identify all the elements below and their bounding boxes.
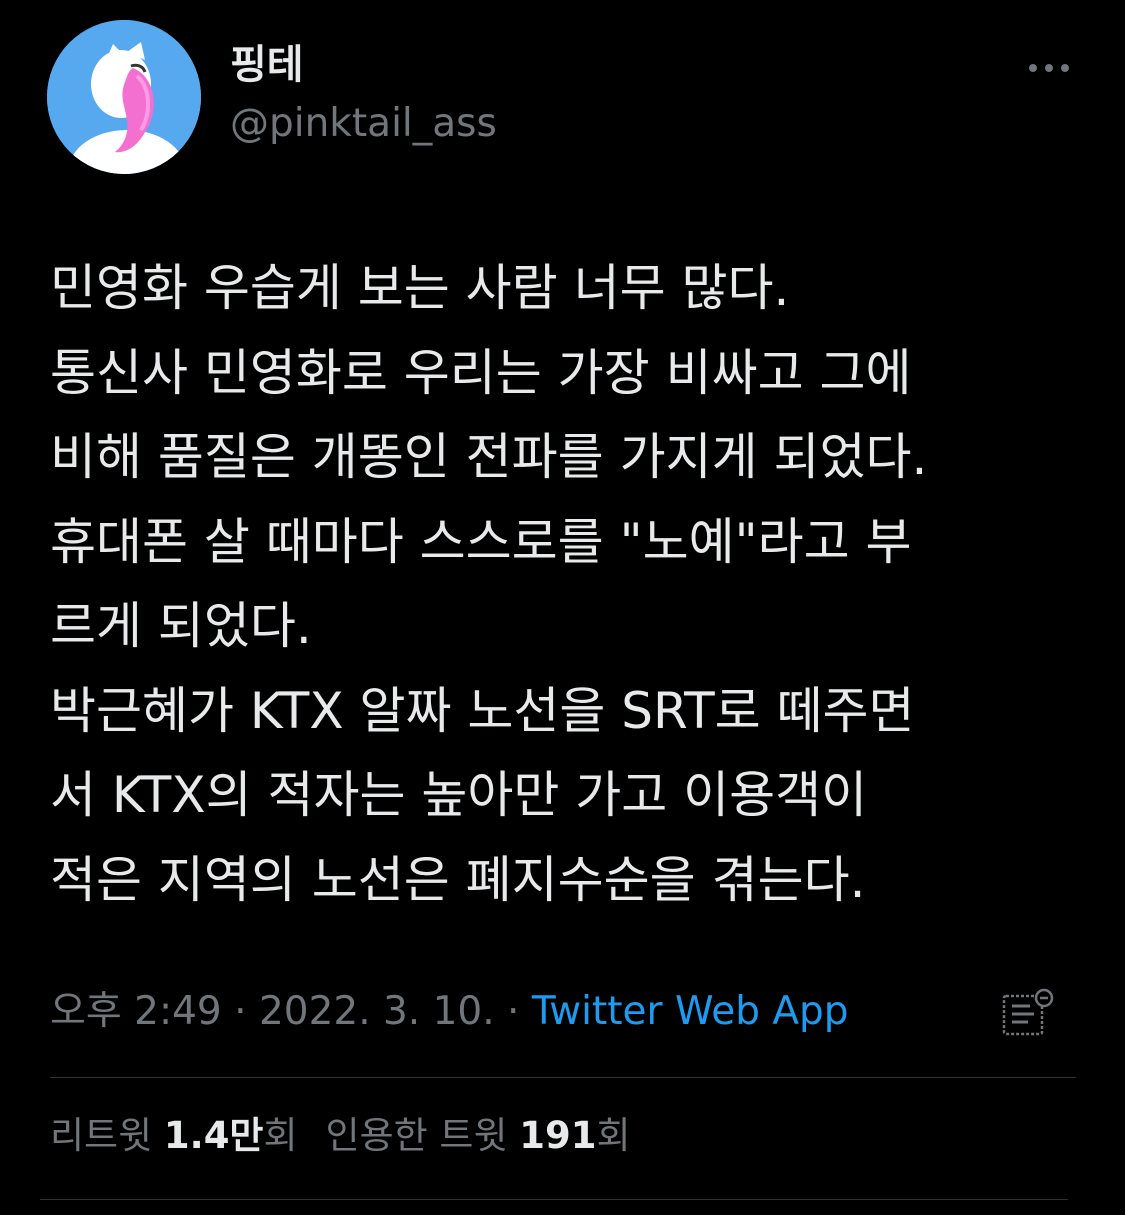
tweet-line: 적은 지역의 노선은 폐지수순을 겪는다. <box>50 850 866 909</box>
quotes-stat[interactable]: 인용한 트윗 191회 <box>326 1114 631 1157</box>
retweets-count: 1.4만 <box>163 1114 264 1157</box>
retweets-label: 리트윗 <box>50 1114 153 1157</box>
tweet-text: 민영화 우습게 보는 사람 너무 많다. 통신사 민영화로 우리는 가장 비싸고… <box>50 246 1110 922</box>
tweet-line: 통신사 민영화로 우리는 가장 비싸고 그에 <box>50 343 912 402</box>
quotes-label: 인용한 트윗 <box>325 1114 508 1157</box>
more-horizontal-icon[interactable] <box>1024 50 1074 86</box>
tweet-line: 르게 되었다. <box>50 597 312 655</box>
tweet-stats: 리트윗 1.4만회 인용한 트윗 191회 <box>50 1111 631 1161</box>
divider <box>40 1199 1068 1200</box>
tweet-time[interactable]: 오후 2:49 <box>50 989 222 1034</box>
avatar-pink-tail-character-icon <box>47 20 201 174</box>
avatar[interactable] <box>47 20 201 174</box>
author-display-name[interactable]: 핑테 <box>230 40 304 90</box>
tweet-source-link[interactable]: Twitter Web App <box>532 989 849 1034</box>
tweet-line: 민영화 우습게 보는 사람 너무 많다. <box>50 259 790 317</box>
tweet-line: 휴대폰 살 때마다 스스로를 "노예"라고 부 <box>50 512 912 571</box>
author-handle[interactable]: @pinktail_ass <box>230 100 497 148</box>
notes-edit-icon[interactable] <box>1000 988 1056 1038</box>
divider <box>50 1077 1076 1078</box>
tweet-line: 비해 품질은 개똥인 전파를 가지게 되었다. <box>50 428 928 486</box>
quotes-count: 191 <box>519 1114 597 1157</box>
retweets-suffix: 회 <box>263 1114 298 1157</box>
tweet-meta: 오후 2:49 · 2022. 3. 10. · Twitter Web App <box>50 986 849 1038</box>
tweet-line: 서 KTX의 적자는 높아만 가고 이용객이 <box>50 766 868 824</box>
tweet-date[interactable]: 2022. 3. 10. <box>259 989 495 1034</box>
meta-separator: · <box>494 989 532 1034</box>
quotes-suffix: 회 <box>596 1114 631 1157</box>
tweet-line: 박근혜가 KTX 알짜 노선을 SRT로 떼주면 <box>50 681 915 740</box>
retweets-stat[interactable]: 리트윗 1.4만회 <box>50 1114 298 1157</box>
meta-separator: · <box>221 989 259 1034</box>
